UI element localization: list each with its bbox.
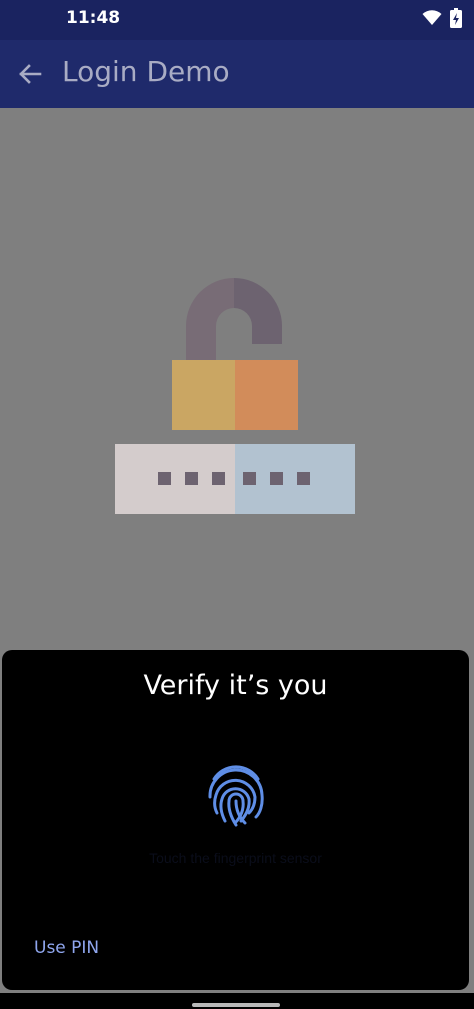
status-bar: 11:48 xyxy=(0,0,474,40)
padlock-body-left xyxy=(172,360,235,430)
padlock-shackle-left xyxy=(186,278,234,362)
prompt-title: Verify it’s you xyxy=(143,670,328,701)
prompt-hint: Touch the fingerprint sensor xyxy=(149,850,322,866)
battery-icon xyxy=(450,8,462,28)
fingerprint-icon[interactable] xyxy=(205,765,267,829)
wifi-icon xyxy=(422,10,442,25)
home-handle[interactable] xyxy=(192,1003,280,1007)
status-icons xyxy=(422,8,462,28)
arrow-left-icon[interactable] xyxy=(14,58,46,90)
app-bar: Login Demo xyxy=(0,40,474,108)
padlock-body-right xyxy=(235,360,298,430)
use-pin-button[interactable]: Use PIN xyxy=(34,938,99,958)
status-time: 11:48 xyxy=(66,8,121,28)
padlock-shackle-right xyxy=(234,278,282,344)
biometric-prompt-sheet: Verify it’s you Touch the fingerprint se… xyxy=(2,650,469,990)
app-title: Login Demo xyxy=(62,55,230,88)
padlock-illustration xyxy=(115,278,355,514)
